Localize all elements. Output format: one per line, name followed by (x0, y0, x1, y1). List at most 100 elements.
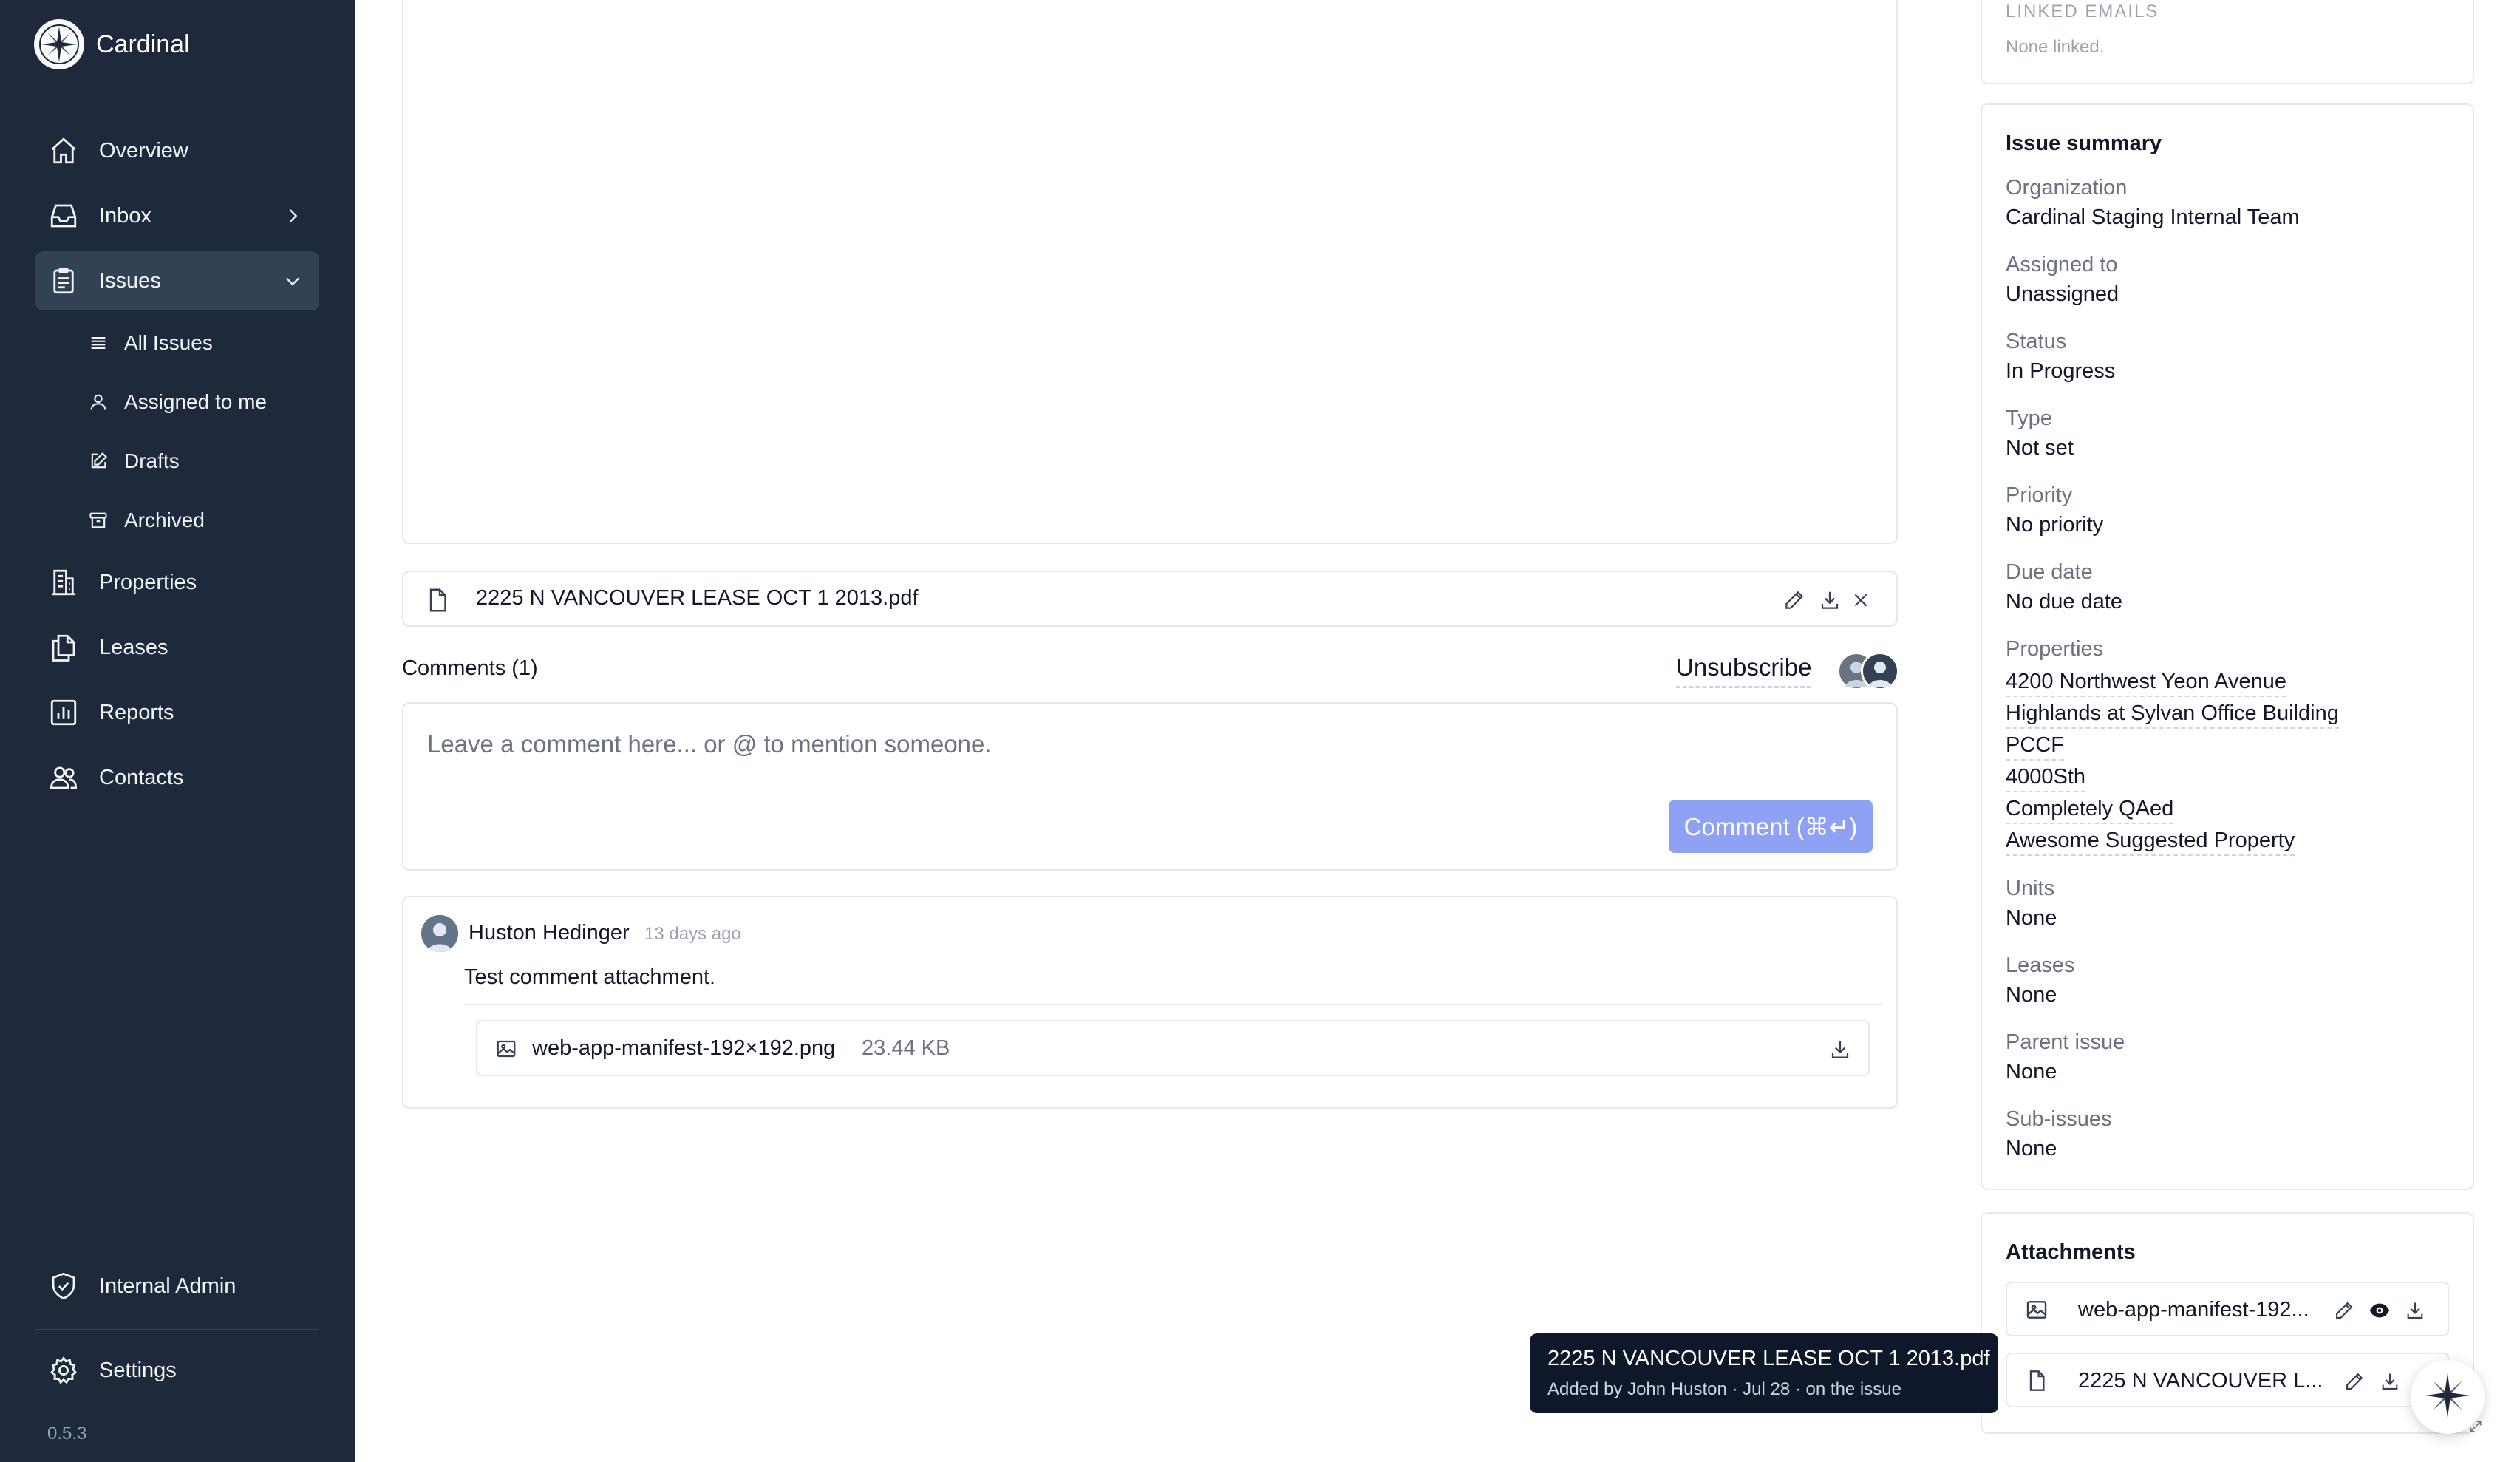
tooltip-title: 2225 N VANCOUVER LEASE OCT 1 2013.pdf (1547, 1347, 1990, 1370)
nav-overview[interactable]: Overview (35, 121, 319, 180)
app-logo[interactable]: Cardinal (34, 19, 190, 69)
property-link[interactable]: 4200 Northwest Yeon Avenue (2006, 670, 2287, 697)
nav-internal-admin[interactable]: Internal Admin (35, 1257, 319, 1316)
properties-label: Properties (2006, 637, 2104, 661)
nav-leases[interactable]: Leases (35, 618, 319, 677)
nav-contacts[interactable]: Contacts (35, 748, 319, 807)
nav-reports[interactable]: Reports (35, 683, 319, 742)
status-label: Status (2006, 330, 2067, 353)
download-icon[interactable] (1816, 587, 1843, 613)
eye-icon[interactable] (2366, 1297, 2393, 1324)
close-icon[interactable] (1848, 587, 1874, 613)
description-editor[interactable] (402, 0, 1898, 544)
organization-value[interactable]: Cardinal Staging Internal Team (2006, 205, 2300, 230)
nav-issues[interactable]: Issues (35, 251, 319, 310)
attachment-item[interactable]: 2225 N VANCOUVER L... (2006, 1353, 2449, 1407)
nav-settings[interactable]: Settings (35, 1341, 319, 1400)
app-name: Cardinal (96, 30, 190, 58)
comment-author: Huston Hedinger (469, 921, 630, 945)
home-icon (47, 135, 80, 167)
priority-value[interactable]: No priority (2006, 513, 2103, 537)
avatar (421, 915, 458, 952)
attachment-item[interactable]: web-app-manifest-192... (2006, 1282, 2449, 1336)
sub-issues-label: Sub-issues (2006, 1107, 2112, 1131)
user-icon (87, 391, 109, 413)
leases-value[interactable]: None (2006, 983, 2057, 1007)
nav-all-issues[interactable]: All Issues (87, 319, 319, 367)
property-link[interactable]: PCCF (2006, 733, 2064, 761)
property-link[interactable]: Highlands at Sylvan Office Building (2006, 701, 2339, 729)
nav-label: Overview (99, 138, 188, 163)
attachments-card: Attachments web-app-manifest-192... 2225… (1981, 1212, 2474, 1434)
linked-emails-value: None linked. (2006, 37, 2105, 57)
download-icon[interactable] (1827, 1036, 1853, 1063)
building-icon (47, 566, 80, 599)
property-link[interactable]: Completely QAed (2006, 797, 2174, 824)
sidebar-divider (35, 1329, 319, 1330)
chevron-down-icon[interactable] (279, 268, 306, 294)
chevron-right-icon[interactable] (279, 203, 306, 229)
comment-submit-button[interactable]: Comment (⌘↵) (1669, 800, 1873, 853)
pencil-icon[interactable] (1781, 587, 1808, 613)
sidebar: Cardinal Overview Inbox Issues All Issue… (0, 0, 355, 1462)
comment-composer[interactable]: Leave a comment here... or @ to mention … (402, 702, 1898, 871)
attachment-tooltip: 2225 N VANCOUVER LEASE OCT 1 2013.pdf Ad… (1530, 1333, 1998, 1413)
units-label: Units (2006, 877, 2055, 900)
due-date-value[interactable]: No due date (2006, 590, 2122, 614)
pencil-square-icon (87, 450, 109, 472)
avatar (1861, 652, 1899, 690)
status-value[interactable]: In Progress (2006, 359, 2115, 384)
gear-icon (47, 1354, 80, 1387)
list-icon (87, 332, 109, 354)
pencil-icon[interactable] (2341, 1368, 2368, 1395)
comment-attachment[interactable]: web-app-manifest-192×192.png 23.44 KB (476, 1020, 1870, 1076)
comment-input[interactable]: Leave a comment here... or @ to mention … (427, 730, 992, 758)
file-icon (423, 585, 452, 615)
nav-label: Issues (99, 268, 161, 293)
priority-label: Priority (2006, 483, 2073, 507)
assigned-value[interactable]: Unassigned (2006, 282, 2119, 307)
resize-arrows-icon[interactable] (2467, 1418, 2485, 1435)
tooltip-subtitle: Added by John Huston · Jul 28 · on the i… (1547, 1379, 1901, 1399)
parent-issue-label: Parent issue (2006, 1030, 2125, 1054)
archive-icon (87, 509, 109, 531)
issue-file-row[interactable]: 2225 N VANCOUVER LEASE OCT 1 2013.pdf (402, 571, 1898, 627)
nav-inbox[interactable]: Inbox (35, 186, 319, 245)
linked-emails-card: LINKED EMAILS None linked. (1981, 0, 2474, 84)
nav-archived[interactable]: Archived (87, 497, 319, 544)
sub-label: Drafts (124, 449, 180, 472)
attachment-name[interactable]: web-app-manifest-192×192.png (532, 1036, 835, 1061)
nav-assigned-to-me[interactable]: Assigned to me (87, 378, 319, 426)
image-icon (2023, 1296, 2050, 1323)
attachment-name[interactable]: web-app-manifest-192... (2078, 1298, 2309, 1322)
units-value[interactable]: None (2006, 906, 2057, 931)
comment-timestamp: 13 days ago (644, 924, 741, 944)
subscriber-avatars[interactable] (1837, 652, 1901, 690)
parent-issue-value[interactable]: None (2006, 1060, 2057, 1084)
attachment-name[interactable]: 2225 N VANCOUVER L... (2078, 1369, 2323, 1393)
property-link[interactable]: 4000Sth (2006, 765, 2086, 792)
shield-check-icon (47, 1270, 80, 1302)
download-icon[interactable] (2402, 1297, 2428, 1324)
type-value[interactable]: Not set (2006, 436, 2074, 460)
unsubscribe-button[interactable]: Unsubscribe (1676, 653, 1812, 688)
download-icon[interactable] (2377, 1368, 2403, 1395)
nav-properties[interactable]: Properties (35, 553, 319, 612)
sub-label: Archived (124, 509, 205, 531)
attachment-size: 23.44 KB (862, 1036, 950, 1060)
assigned-label: Assigned to (2006, 253, 2118, 276)
file-name[interactable]: 2225 N VANCOUVER LEASE OCT 1 2013.pdf (476, 586, 919, 611)
leases-label: Leases (2006, 953, 2075, 977)
sub-label: All Issues (124, 331, 213, 354)
pencil-icon[interactable] (2331, 1297, 2357, 1324)
nav-label: Internal Admin (99, 1274, 236, 1298)
app-version: 0.5.3 (47, 1424, 87, 1444)
sub-issues-value[interactable]: None (2006, 1137, 2057, 1161)
file-icon (2023, 1367, 2050, 1394)
nav-drafts[interactable]: Drafts (87, 438, 319, 485)
chart-icon (47, 696, 80, 729)
issue-summary-title: Issue summary (2006, 132, 2162, 155)
inbox-icon (47, 200, 80, 232)
organization-label: Organization (2006, 176, 2128, 200)
property-link[interactable]: Awesome Suggested Property (2006, 829, 2295, 856)
